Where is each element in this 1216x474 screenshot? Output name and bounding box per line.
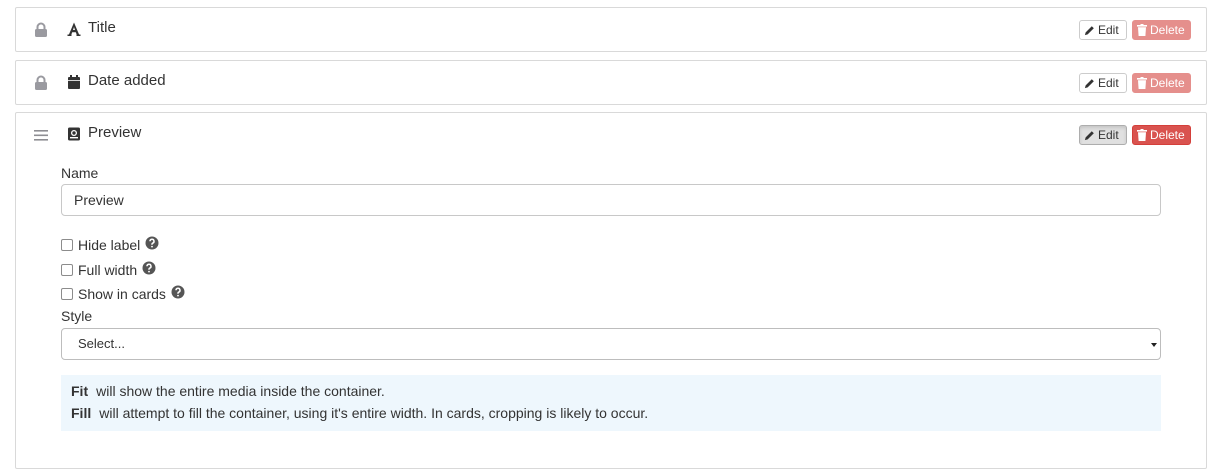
edit-button[interactable]: Edit	[1079, 125, 1127, 145]
drag-handle-icon[interactable]	[34, 127, 48, 143]
show-in-cards-text: Show in cards	[78, 285, 166, 302]
field-title: Date added	[88, 72, 166, 89]
edit-button[interactable]: Edit	[1079, 73, 1127, 93]
calendar-icon	[67, 74, 81, 90]
trash-icon	[1137, 77, 1147, 89]
delete-button[interactable]: Delete	[1132, 125, 1191, 145]
style-select-value: Select...	[78, 336, 125, 351]
edit-button[interactable]: Edit	[1079, 20, 1127, 40]
hide-label-checkbox[interactable]	[61, 238, 73, 251]
field-row-preview: Preview Edit Delete Name Hide label Full…	[15, 112, 1207, 469]
delete-button-label: Delete	[1150, 76, 1185, 90]
pencil-icon	[1084, 130, 1094, 140]
delete-button-label: Delete	[1150, 128, 1185, 142]
full-width-text: Full width	[78, 261, 138, 278]
info-term: Fill	[71, 405, 92, 421]
info-line-fill: Fill will attempt to fill the container, …	[71, 404, 1151, 422]
image-icon	[67, 126, 81, 142]
field-row-header: Title Edit Delete	[16, 8, 1206, 50]
pencil-icon	[1084, 78, 1094, 88]
delete-button-label: Delete	[1150, 23, 1185, 37]
field-title: Preview	[88, 124, 142, 141]
hide-label-option[interactable]: Hide label	[61, 236, 159, 253]
name-input[interactable]	[61, 184, 1161, 216]
trash-icon	[1137, 129, 1147, 141]
field-row-header: Date added Edit Delete	[16, 61, 1206, 103]
name-label: Name	[61, 165, 99, 181]
edit-button-label: Edit	[1098, 128, 1119, 142]
show-in-cards-checkbox[interactable]	[61, 287, 73, 300]
field-row-date-added: Date added Edit Delete	[15, 60, 1207, 105]
style-info-box: Fit will show the entire media inside the…	[61, 375, 1161, 431]
lock-icon	[34, 75, 48, 91]
trash-icon	[1137, 24, 1147, 36]
show-in-cards-option[interactable]: Show in cards	[61, 285, 185, 302]
delete-button[interactable]: Delete	[1132, 73, 1191, 93]
question-circle-icon[interactable]	[145, 236, 159, 253]
question-circle-icon[interactable]	[171, 285, 185, 302]
full-width-checkbox[interactable]	[61, 263, 73, 276]
edit-button-label: Edit	[1098, 76, 1119, 90]
full-width-option[interactable]: Full width	[61, 261, 156, 278]
info-term: Fit	[71, 383, 89, 399]
edit-button-label: Edit	[1098, 23, 1119, 37]
question-circle-icon[interactable]	[142, 261, 156, 278]
field-title: Title	[88, 19, 116, 36]
font-icon	[67, 21, 81, 37]
info-text: will attempt to fill the container, usin…	[99, 405, 649, 421]
style-label: Style	[61, 308, 93, 324]
style-select[interactable]: Select...	[61, 328, 1161, 360]
field-row-title: Title Edit Delete	[15, 7, 1207, 52]
delete-button[interactable]: Delete	[1132, 20, 1191, 40]
field-row-header: Preview Edit Delete	[16, 113, 1206, 155]
info-text: will show the entire media inside the co…	[96, 383, 385, 399]
pencil-icon	[1084, 25, 1094, 35]
caret-down-icon	[1151, 343, 1157, 347]
lock-icon	[34, 22, 48, 38]
hide-label-text: Hide label	[78, 236, 141, 253]
info-line-fit: Fit will show the entire media inside the…	[71, 382, 1151, 400]
